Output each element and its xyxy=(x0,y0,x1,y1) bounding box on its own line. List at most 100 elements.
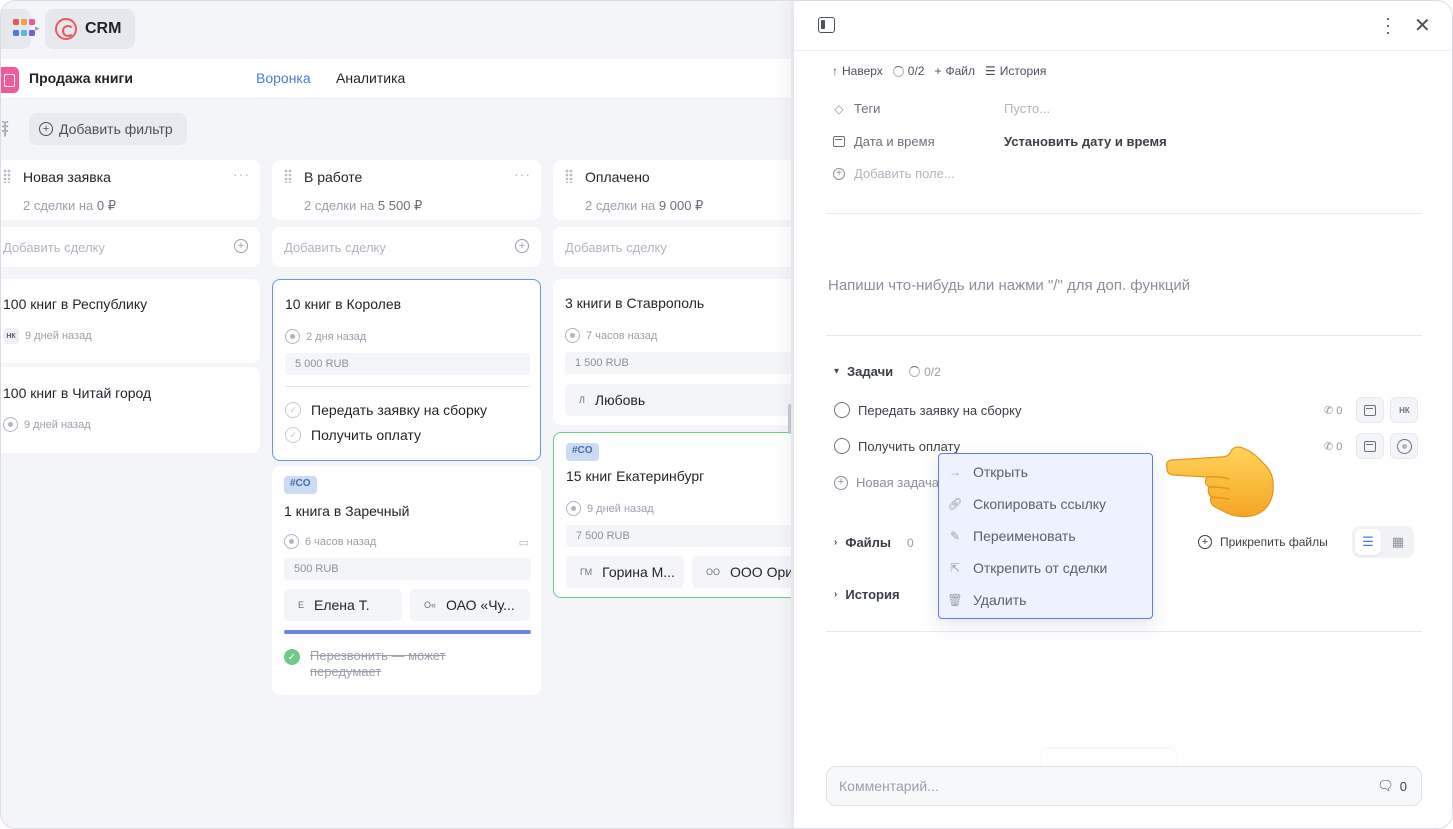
deal-title: 1 книга в Заречный xyxy=(284,503,410,519)
go-up-button[interactable]: ↑ Наверх xyxy=(832,64,883,78)
deal-meta: 9 дней назад xyxy=(3,417,91,432)
add-deal-label: Добавить сделку xyxy=(565,240,667,255)
plus-icon: + xyxy=(934,64,942,78)
pointing-hand-icon xyxy=(1165,446,1274,518)
history-button[interactable]: ☰ История xyxy=(985,64,1046,78)
task-assign-button[interactable] xyxy=(1390,433,1419,459)
description-editor[interactable]: Напиши что-нибудь или нажми "/" для доп.… xyxy=(828,277,1190,294)
task-item[interactable]: Передать заявку на сборку xyxy=(834,402,1021,418)
comment-input[interactable] xyxy=(839,778,1319,794)
tab-analytics[interactable]: Аналитика xyxy=(336,70,405,86)
menu-item-rename[interactable]: ✎ Переименовать xyxy=(939,520,1152,552)
deal-card[interactable]: 100 книг в Республику НК 9 дней назад xyxy=(1,279,260,363)
filter-sliders-icon[interactable]: ⫶|⫶ xyxy=(1,120,9,138)
history-section-toggle[interactable]: › История xyxy=(834,587,900,602)
sidebar-toggle-icon[interactable] xyxy=(818,17,835,33)
comment-count[interactable]: 🗨 0 xyxy=(1377,778,1407,794)
add-deal-button[interactable]: Добавить сделку xyxy=(553,227,791,267)
tab-funnel[interactable]: Воронка xyxy=(256,70,311,86)
deal-card[interactable]: #CO 15 книг Екатеринбург 9 дней назад 7 … xyxy=(553,432,791,598)
crm-app-name: CRM xyxy=(85,20,122,37)
more-vertical-icon[interactable]: · · · xyxy=(1384,9,1392,41)
deal-tag: #CO xyxy=(284,476,317,494)
files-section-toggle[interactable]: › Файлы 0 xyxy=(834,535,914,550)
column-more-icon[interactable]: ··· xyxy=(233,166,250,182)
grid-view-icon[interactable]: ▦ xyxy=(1385,529,1411,555)
files-title: Файлы xyxy=(845,535,892,550)
deal-card[interactable]: #CO 1 книга в Заречный 6 часов назад ▭ 5… xyxy=(272,466,541,695)
company-chip[interactable]: О« ОАО «Чу... xyxy=(410,589,530,621)
add-file-button[interactable]: + Файл xyxy=(934,64,975,78)
user-circle-icon xyxy=(1396,438,1412,454)
deal-title: 100 книг в Читай город xyxy=(3,385,152,401)
add-deal-button[interactable]: Добавить сделку + xyxy=(272,227,541,267)
progress-label: 0/2 xyxy=(907,64,925,78)
deal-card[interactable]: 100 книг в Читай город 9 дней назад xyxy=(1,367,260,453)
plus-circle-icon: + xyxy=(234,239,248,253)
card-task[interactable]: ✓ Получить оплату xyxy=(285,427,421,443)
menu-item-open[interactable]: → Открыть xyxy=(939,456,1152,488)
project-bar: Продажа книги Воронка Аналитика xyxy=(1,59,791,99)
contact-chip[interactable]: Е Елена Т. xyxy=(284,589,402,621)
deal-card[interactable]: 3 книги в Ставрополь 7 часов назад 1 500… xyxy=(553,279,791,425)
task-checkbox[interactable] xyxy=(834,402,850,418)
chevron-right-icon: › xyxy=(834,537,838,548)
drag-grip-icon[interactable] xyxy=(565,169,573,183)
panel-resize-handle[interactable] xyxy=(788,404,791,434)
tasks-title: Задачи xyxy=(847,364,894,379)
date-value[interactable]: Установить дату и время xyxy=(1004,134,1167,149)
divider xyxy=(826,335,1422,336)
top-bar: ▸ CRM xyxy=(1,1,791,57)
check-circle-icon[interactable]: ✓ xyxy=(285,427,301,443)
deal-price: 500 RUB xyxy=(284,558,531,580)
deal-title: 10 книг в Королев xyxy=(285,296,402,312)
plus-circle-icon: + xyxy=(39,122,53,136)
crm-logo-icon xyxy=(55,18,77,40)
add-filter-button[interactable]: + Добавить фильтр xyxy=(29,113,187,145)
deal-price: 7 500 RUB xyxy=(566,525,791,547)
menu-item-copy-link[interactable]: 🔗︎ Скопировать ссылку xyxy=(939,488,1152,520)
add-field-button[interactable]: + Добавить поле... xyxy=(832,166,955,181)
user-circle-icon xyxy=(3,417,18,432)
column-more-icon[interactable]: ··· xyxy=(514,166,531,182)
detach-icon: ⇱ xyxy=(949,561,961,575)
check-circle-icon[interactable]: ✓ xyxy=(285,402,301,418)
tag-icon: ◇ xyxy=(834,101,844,116)
drag-grip-icon[interactable] xyxy=(284,169,292,183)
menu-item-detach[interactable]: ⇱ Открепить от сделки xyxy=(939,552,1152,584)
contact-chip[interactable]: ГМ Горина М... xyxy=(566,556,684,588)
drag-grip-icon[interactable] xyxy=(3,169,11,183)
check-done-icon[interactable]: ✓ xyxy=(284,649,300,665)
deal-time: 9 дней назад xyxy=(25,330,92,342)
list-view-icon[interactable]: ☰ xyxy=(1355,529,1381,555)
files-count: 0 xyxy=(907,535,914,550)
task-date-button[interactable] xyxy=(1356,397,1385,423)
column-title: Новая заявка xyxy=(23,169,111,185)
task-date-button[interactable] xyxy=(1356,433,1385,459)
contact-initial: Е xyxy=(298,600,305,610)
company-name: ОАО «Чу... xyxy=(446,597,515,613)
attach-files-button[interactable]: + Прикрепить файлы xyxy=(1198,535,1328,549)
card-task[interactable]: ✓ Передать заявку на сборку xyxy=(285,402,487,418)
new-task-button[interactable]: + Новая задача xyxy=(834,475,939,490)
menu-item-delete[interactable]: 🗑︎ Удалить xyxy=(939,584,1152,616)
tasks-section-toggle[interactable]: ▾ Задачи 0/2 xyxy=(834,364,941,379)
add-deal-button[interactable]: Добавить сделку + xyxy=(1,227,260,267)
card-task-done[interactable]: ✓ Перезвонить — может передумает xyxy=(284,648,480,680)
card-task-label: Перезвонить — может передумает xyxy=(310,648,446,679)
column-summary: 2 сделки на 5 500 ₽ xyxy=(304,198,423,213)
comment-icon: 🗨 xyxy=(1377,778,1394,793)
task-assignee-avatar[interactable]: НК xyxy=(1390,397,1419,423)
close-icon[interactable]: ✕ xyxy=(1414,13,1431,38)
deal-card-selected[interactable]: 10 книг в Королев 2 дня назад 5 000 RUB … xyxy=(272,279,541,461)
task-checkbox[interactable] xyxy=(834,438,850,454)
crm-app-chip[interactable]: CRM xyxy=(45,9,135,49)
task-item[interactable]: Получить оплату xyxy=(834,438,960,454)
tasks-progress: 0/2 xyxy=(909,365,941,379)
column-header-in-progress: В работе ··· 2 сделки на 5 500 ₽ xyxy=(272,160,541,220)
panel-actions: ↑ Наверх 0/2 + Файл ☰ История xyxy=(832,64,1046,78)
tags-value[interactable]: Пусто... xyxy=(1004,101,1050,116)
contact-chip[interactable]: Л Любовь xyxy=(565,384,791,416)
company-chip[interactable]: ОО ООО Ори xyxy=(692,556,791,588)
deal-meta: 7 часов назад xyxy=(565,328,657,343)
